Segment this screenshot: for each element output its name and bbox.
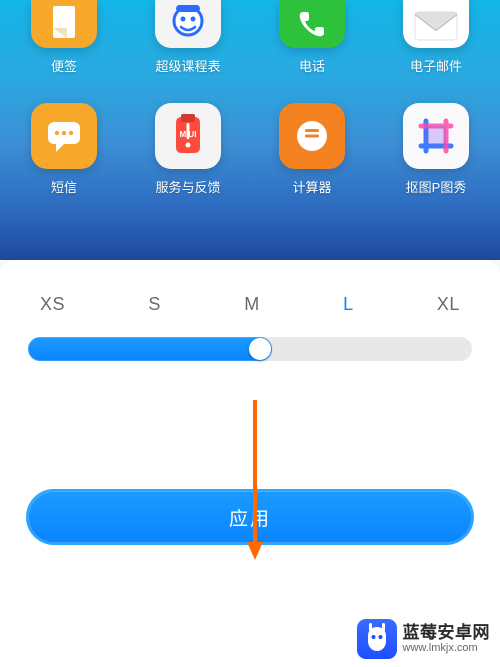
app-label: 抠图P图秀	[406, 177, 467, 196]
app-youjian[interactable]: 电子邮件	[396, 0, 476, 75]
icon-size-sheet: XS S M L XL 应用	[0, 260, 500, 667]
note-icon	[31, 0, 97, 48]
schedule-icon	[155, 0, 221, 48]
app-row-1: 便签 超级课程表 电话 电子邮件	[18, 0, 482, 75]
app-label: 超级课程表	[155, 56, 220, 75]
app-jisuanqi[interactable]: 计算器	[272, 103, 352, 196]
app-label: 服务与反馈	[155, 177, 220, 196]
size-m[interactable]: M	[244, 294, 260, 315]
size-s[interactable]: S	[148, 294, 161, 315]
size-xl[interactable]: XL	[437, 294, 460, 315]
calculator-icon	[279, 103, 345, 169]
size-l[interactable]: L	[343, 294, 354, 315]
app-koutu[interactable]: 抠图P图秀	[396, 103, 476, 196]
app-duanxin[interactable]: 短信	[24, 103, 104, 196]
home-screen-preview: 便签 超级课程表 电话 电子邮件 短信	[0, 0, 500, 260]
photo-edit-icon	[403, 103, 469, 169]
feedback-icon: MIUI	[155, 103, 221, 169]
app-bianqian[interactable]: 便签	[24, 0, 104, 75]
app-label: 电话	[299, 56, 325, 75]
slider-fill	[28, 337, 272, 361]
phone-icon	[279, 0, 345, 48]
app-row-2: 短信 MIUI 服务与反馈 计算器 抠图P图秀	[18, 75, 482, 196]
app-fuwu[interactable]: MIUI 服务与反馈	[148, 103, 228, 196]
app-label: 便签	[51, 56, 77, 75]
app-dianhua[interactable]: 电话	[272, 0, 352, 75]
app-label: 计算器	[292, 177, 331, 196]
size-slider[interactable]	[28, 337, 472, 361]
mail-icon	[403, 0, 469, 48]
size-options: XS S M L XL	[26, 294, 474, 315]
size-xs[interactable]: XS	[40, 294, 65, 315]
sms-icon	[31, 103, 97, 169]
app-label: 短信	[51, 177, 77, 196]
apply-button[interactable]: 应用	[26, 489, 474, 545]
app-label: 电子邮件	[410, 56, 462, 75]
app-kechengbiao[interactable]: 超级课程表	[148, 0, 228, 75]
